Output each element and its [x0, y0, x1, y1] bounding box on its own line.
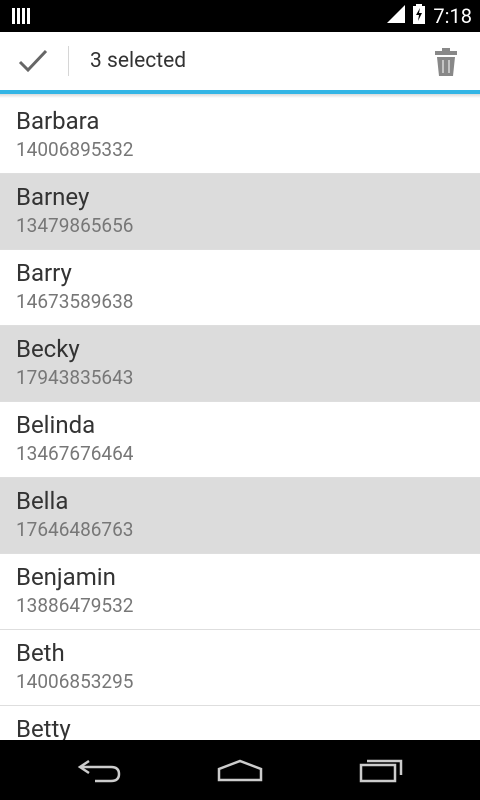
list-item[interactable]: Becky 17943835643 — [0, 326, 480, 402]
list-item[interactable]: Barbara 14006895332 — [0, 98, 480, 174]
done-button[interactable] — [14, 44, 52, 78]
contact-phone: 17646486763 — [16, 518, 134, 541]
contact-name: Benjamin — [16, 563, 116, 591]
contact-name: Becky — [16, 335, 80, 363]
contact-name: Barney — [16, 183, 90, 211]
contact-phone: 14006895332 — [16, 138, 134, 161]
selection-count: 3 selected — [90, 49, 187, 73]
list-item[interactable]: Benjamin 13886479532 — [0, 554, 480, 630]
clock: 7:18 — [433, 4, 472, 28]
home-button[interactable] — [210, 754, 270, 786]
delete-button[interactable] — [428, 44, 464, 80]
list-item[interactable]: Barney 13479865656 — [0, 174, 480, 250]
contact-name: Beth — [16, 639, 65, 667]
recent-apps-icon — [359, 759, 403, 783]
notification-icon — [12, 8, 30, 28]
contact-phone: 17943835643 — [16, 366, 134, 389]
battery-charging-icon — [413, 4, 426, 28]
list-item[interactable]: Belinda 13467676464 — [0, 402, 480, 478]
back-icon — [77, 759, 121, 783]
list-item[interactable]: Bella 17646486763 — [0, 478, 480, 554]
contact-list[interactable]: Barbara 14006895332 Barney 13479865656 B… — [0, 98, 480, 740]
recent-apps-button[interactable] — [352, 754, 412, 786]
contact-name: Barbara — [16, 107, 100, 135]
home-icon — [217, 759, 263, 782]
navigation-bar — [0, 740, 480, 800]
action-bar-divider — [68, 46, 69, 76]
contact-name: Belinda — [16, 411, 96, 439]
contact-phone: 14006853295 — [16, 670, 134, 693]
contact-phone: 13479865656 — [16, 214, 134, 237]
signal-icon — [387, 5, 406, 27]
action-bar: 3 selected — [0, 32, 480, 90]
list-item[interactable]: Barry 14673589638 — [0, 250, 480, 326]
trash-icon — [435, 48, 457, 76]
contact-name: Bella — [16, 487, 69, 515]
contact-name: Barry — [16, 259, 72, 287]
back-button[interactable] — [70, 754, 130, 786]
contact-name: Betty — [16, 715, 71, 740]
list-item[interactable]: Beth 14006853295 — [0, 630, 480, 706]
status-bar: 7:18 — [0, 0, 480, 32]
list-item[interactable]: Betty — [0, 706, 480, 740]
contact-phone: 14673589638 — [16, 290, 134, 313]
contact-phone: 13886479532 — [16, 594, 134, 617]
check-icon — [18, 49, 48, 73]
contact-phone: 13467676464 — [16, 442, 134, 465]
